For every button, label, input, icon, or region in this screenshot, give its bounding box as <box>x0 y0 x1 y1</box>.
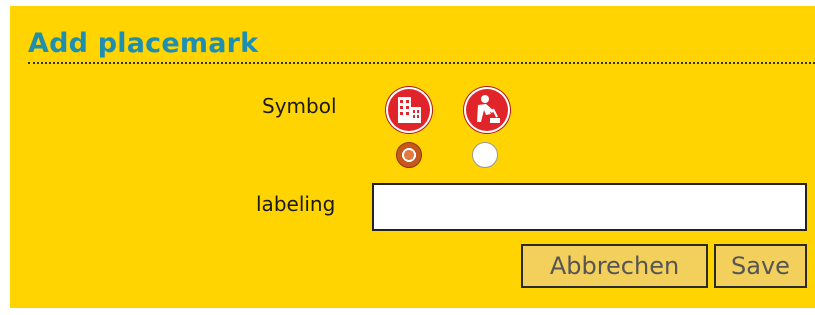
labeling-input[interactable] <box>372 183 807 231</box>
title-divider <box>28 62 815 64</box>
symbol-label: Symbol <box>262 94 337 118</box>
symbol-radio-building[interactable] <box>396 142 422 168</box>
construction-worker-icon[interactable] <box>464 87 510 133</box>
dialog-title: Add placemark <box>28 28 259 59</box>
building-icon[interactable] <box>386 87 432 133</box>
symbol-radio-worker[interactable] <box>472 142 498 168</box>
labeling-label: labeling <box>256 192 336 216</box>
save-button[interactable]: Save <box>714 244 807 288</box>
cancel-button[interactable]: Abbrechen <box>521 244 708 288</box>
